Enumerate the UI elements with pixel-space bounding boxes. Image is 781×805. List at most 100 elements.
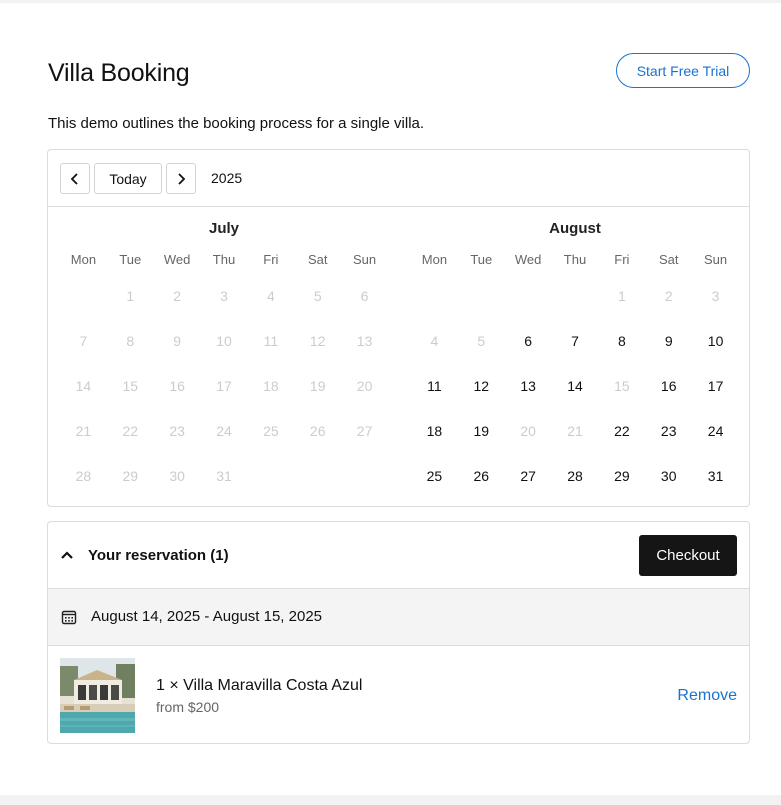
weekday-label: Tue [119, 252, 142, 267]
reservation-date-range: August 14, 2025 - August 15, 2025 [91, 608, 323, 625]
day-cell-unavailable: 26 [309, 423, 326, 439]
page-description: This demo outlines the booking process f… [48, 115, 425, 132]
next-month-button[interactable] [166, 163, 196, 194]
weekday-label: Sun [704, 252, 728, 267]
day-cell-unavailable: 7 [79, 333, 88, 349]
day-cell-available[interactable]: 28 [552, 454, 599, 499]
day-grid: 1 2 3 4 5 6 7 8 9 10 11 12 13 14 15 16 17 18 19 20 21 22 23 24 2… [60, 274, 388, 499]
day-cell-available[interactable]: 26 [458, 454, 505, 499]
month-name: August [549, 220, 601, 237]
page-title: Villa Booking [48, 59, 190, 87]
day-cell-unavailable: 15 [122, 378, 139, 394]
weekday-label: Thu [212, 252, 236, 267]
day-cell-available[interactable]: 6 [505, 319, 552, 364]
weekday-header: Mon Tue Wed Thu Fri Sat Sun [60, 250, 388, 270]
day-cell-unavailable: 18 [263, 378, 279, 394]
empty-day-cell [458, 274, 505, 319]
day-cell-unavailable: 3 [220, 288, 228, 304]
day-cell-unavailable: 31 [216, 468, 232, 484]
booking-calendar: Today 2025 July Mon Tue Wed Thu Fri Sat Sun 12… [47, 149, 750, 507]
day-cell-available[interactable]: 31 [692, 454, 739, 499]
item-price: from $200 [156, 699, 220, 715]
day-cell-available[interactable]: 8 [598, 319, 645, 364]
villa-photo [60, 658, 135, 733]
weekday-label: Thu [563, 252, 587, 267]
day-cell-available[interactable]: 18 [411, 409, 458, 454]
weekday-label: Mon [421, 252, 448, 267]
day-cell-available[interactable]: 7 [552, 319, 599, 364]
reservation-item: 1 × Villa Maravilla Costa Azul from $200… [48, 646, 749, 744]
empty-day-cell [505, 274, 552, 319]
weekday-label: Fri [263, 252, 279, 267]
calendar-icon [61, 610, 77, 625]
day-grid: 1 2 3 4 5 6 7 8 9 10 11 12 13 14 15 16 17 18 19 20 21 22 23 24 2… [411, 274, 739, 499]
reservation-date-row: August 14, 2025 - August 15, 2025 [48, 589, 749, 646]
reservation-panel: Your reservation (1) Checkout August 14,… [47, 521, 750, 744]
reservation-header: Your reservation (1) Checkout [48, 522, 749, 589]
month-july: July Mon Tue Wed Thu Fri Sat Sun 1 2 3 4 5 6 7 8 9 10 11… [60, 219, 388, 499]
day-cell-available[interactable]: 24 [692, 409, 739, 454]
day-cell-unavailable: 4 [266, 288, 275, 304]
day-cell-unavailable: 12 [309, 333, 326, 349]
day-cell-unavailable: 20 [520, 423, 536, 439]
weekday-label: Tue [470, 252, 493, 267]
day-cell-available[interactable]: 25 [411, 454, 458, 499]
empty-day-cell [411, 274, 458, 319]
day-cell-unavailable: 4 [430, 333, 439, 349]
day-cell-unavailable: 28 [75, 468, 92, 484]
day-cell-unavailable: 10 [216, 333, 232, 349]
day-cell-unavailable: 6 [360, 288, 369, 304]
day-cell-unavailable: 2 [664, 288, 673, 304]
chevron-left-icon [70, 172, 78, 185]
day-cell-unavailable: 21 [75, 423, 92, 439]
day-cell-available[interactable]: 19 [458, 409, 505, 454]
day-cell-available[interactable]: 23 [645, 409, 692, 454]
day-cell-unavailable: 8 [126, 333, 135, 349]
day-cell-available[interactable]: 29 [598, 454, 645, 499]
day-cell-unavailable: 29 [122, 468, 139, 484]
day-cell-available[interactable]: 17 [692, 364, 739, 409]
today-button[interactable]: Today [94, 163, 162, 194]
day-cell-unavailable: 24 [216, 423, 232, 439]
year-label: 2025 [211, 170, 243, 186]
day-cell-unavailable: 15 [614, 378, 630, 394]
day-cell-available[interactable]: 10 [692, 319, 739, 364]
prev-month-button[interactable] [60, 163, 90, 194]
checkout-button[interactable]: Checkout [639, 535, 737, 576]
day-cell-unavailable: 19 [309, 378, 326, 394]
day-cell-unavailable: 16 [169, 378, 185, 394]
day-cell-unavailable: 14 [75, 378, 92, 394]
day-cell-unavailable: 5 [313, 288, 322, 304]
start-free-trial-button[interactable]: Start Free Trial [616, 53, 750, 88]
day-cell-unavailable: 17 [216, 378, 232, 394]
day-cell-unavailable: 1 [617, 288, 626, 304]
day-cell-available[interactable]: 27 [505, 454, 552, 499]
day-cell-unavailable: 9 [173, 333, 182, 349]
page: Villa Booking Start Free Trial This demo… [0, 3, 781, 795]
day-cell-available[interactable]: 9 [645, 319, 692, 364]
empty-day-cell [552, 274, 599, 319]
day-cell-available[interactable]: 11 [411, 364, 458, 409]
day-cell-unavailable: 21 [567, 423, 583, 439]
day-cell-available[interactable]: 30 [645, 454, 692, 499]
day-cell-available[interactable]: 14 [552, 364, 599, 409]
day-cell-available[interactable]: 22 [598, 409, 645, 454]
day-cell-unavailable: 27 [356, 423, 373, 439]
empty-day-cell [60, 274, 107, 319]
day-cell-unavailable: 25 [263, 423, 279, 439]
chevron-up-icon[interactable] [60, 548, 74, 562]
day-cell-unavailable: 3 [711, 288, 720, 304]
weekday-label: Sat [658, 252, 679, 267]
weekday-label: Sun [353, 252, 377, 267]
day-cell-unavailable: 13 [356, 333, 373, 349]
day-cell-available[interactable]: 16 [645, 364, 692, 409]
weekday-header: Mon Tue Wed Thu Fri Sat Sun [411, 250, 739, 270]
day-cell-available[interactable]: 12 [458, 364, 505, 409]
weekday-label: Wed [514, 252, 542, 267]
header: Villa Booking Start Free Trial [48, 53, 750, 93]
day-cell-unavailable: 20 [356, 378, 373, 394]
day-cell-unavailable: 30 [169, 468, 185, 484]
day-cell-available[interactable]: 13 [505, 364, 552, 409]
weekday-label: Mon [70, 252, 97, 267]
remove-item-link[interactable]: Remove [677, 687, 737, 705]
